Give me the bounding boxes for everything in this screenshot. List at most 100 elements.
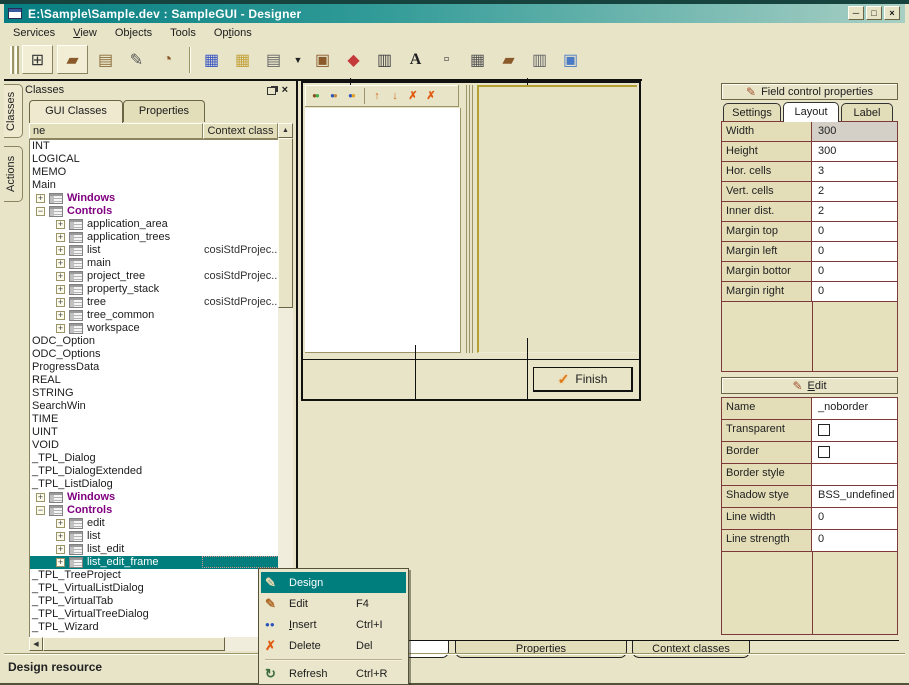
toolbar-grip[interactable]	[10, 46, 17, 74]
titlebar[interactable]: E:\Sample\Sample.dev : SampleGUI - Desig…	[4, 4, 905, 23]
property-value[interactable]: 0	[812, 530, 897, 551]
insert-child-icon[interactable]: ●●	[325, 87, 343, 105]
tree-row[interactable]: VOID	[30, 439, 278, 452]
property-value[interactable]: 0	[812, 508, 897, 529]
collapse-icon[interactable]: −	[36, 207, 45, 216]
menu-tools[interactable]: Tools	[161, 25, 205, 41]
menu-item-insert[interactable]: ●●InsertCtrl+I	[261, 614, 406, 635]
scroll-left-icon[interactable]: ◀	[29, 637, 43, 651]
tree-row[interactable]: ODC_Options	[30, 348, 278, 361]
menu-item-refresh[interactable]: ↻RefreshCtrl+R	[261, 663, 406, 684]
property-value[interactable]: _noborder	[812, 398, 897, 419]
dock-tab-classes[interactable]: Classes	[4, 84, 23, 138]
link-nodes-icon[interactable]: ●●	[343, 87, 361, 105]
menu-item-edit[interactable]: ✎EditF4	[261, 593, 406, 614]
window-design-icon[interactable]: ▣	[557, 46, 584, 73]
bottom-tab-properties[interactable]: Properties	[455, 641, 627, 658]
expand-icon[interactable]: +	[56, 545, 65, 554]
tree-row[interactable]: _TPL_Wizard	[30, 621, 278, 634]
button-control-icon[interactable]: ▫	[433, 46, 460, 73]
close-button[interactable]: ×	[884, 6, 900, 20]
property-value[interactable]	[812, 464, 897, 485]
scroll-up-icon[interactable]: ▲	[278, 123, 293, 138]
tree-row[interactable]: _TPL_Dialog	[30, 452, 278, 465]
maximize-button[interactable]: □	[866, 6, 882, 20]
tree-row[interactable]: _TPL_DialogExtended	[30, 465, 278, 478]
expand-icon[interactable]: +	[56, 220, 65, 229]
tree-row[interactable]: Main	[30, 179, 278, 192]
tree-row[interactable]: +main	[30, 257, 278, 270]
grid-list-icon[interactable]: ▦	[464, 46, 491, 73]
tree-row[interactable]: +list_edit	[30, 543, 278, 556]
tree-row[interactable]: +listcosiStdProjec...	[30, 244, 278, 257]
property-value[interactable]: 3	[812, 162, 897, 181]
bottom-tab-context-classes[interactable]: Context classes	[632, 641, 750, 658]
scrollbar-thumb[interactable]	[278, 138, 293, 308]
font-icon[interactable]: A	[402, 46, 429, 73]
tree-row[interactable]: _TPL_ListDialog	[30, 478, 278, 491]
column-header-name[interactable]: ne	[29, 123, 203, 139]
splitter-grip[interactable]	[472, 85, 473, 353]
tree-row[interactable]: +tree_common	[30, 309, 278, 322]
minimize-button[interactable]: ─	[848, 6, 864, 20]
drive-blue-icon[interactable]: ▦	[198, 46, 225, 73]
tree-row[interactable]: −Controls	[30, 504, 278, 517]
tree-row[interactable]: TIME	[30, 413, 278, 426]
tree-row[interactable]: _TPL_TreeProject	[30, 569, 278, 582]
image-frame-icon[interactable]: ▣	[309, 46, 336, 73]
clock-icon[interactable]: ◔	[154, 46, 181, 73]
tree-row[interactable]: _TPL_VirtualTreeDialog	[30, 608, 278, 621]
property-value[interactable]: 0	[812, 242, 897, 261]
finish-button[interactable]: ✓ Finish	[533, 367, 633, 392]
tab-label[interactable]: Label	[841, 103, 893, 121]
tree-row[interactable]: INT	[30, 140, 278, 153]
tree-row[interactable]: +edit	[30, 517, 278, 530]
tree-row[interactable]: ODC_Option	[30, 335, 278, 348]
tree-row[interactable]: REAL	[30, 374, 278, 387]
expand-icon[interactable]: +	[56, 298, 65, 307]
tree-row[interactable]: ProgressData	[30, 361, 278, 374]
collapse-icon[interactable]: −	[36, 506, 45, 515]
property-value[interactable]: 2	[812, 182, 897, 201]
tab-gui-classes[interactable]: GUI Classes	[29, 100, 123, 123]
insert-node-icon[interactable]: ●●	[307, 87, 325, 105]
tree-row[interactable]: +Windows	[30, 192, 278, 205]
property-value[interactable]	[812, 420, 897, 441]
menu-options[interactable]: Options	[205, 25, 261, 41]
paint-tools-icon[interactable]: ◆	[340, 46, 367, 73]
property-value[interactable]: BSS_undefined	[812, 486, 897, 507]
tab-settings[interactable]: Settings	[723, 103, 781, 121]
property-value[interactable]: 0	[812, 222, 897, 241]
property-value[interactable]: 2	[812, 202, 897, 221]
tree-row[interactable]: +Windows	[30, 491, 278, 504]
edit-header[interactable]: ✎ Edit	[721, 377, 898, 394]
tab-properties[interactable]: Properties	[123, 100, 205, 122]
delete-all-icon[interactable]: ✗	[422, 87, 440, 105]
tree-row[interactable]: +list	[30, 530, 278, 543]
expand-icon[interactable]: +	[56, 259, 65, 268]
tree-row[interactable]: _TPL_VirtualListDialog	[30, 582, 278, 595]
tree-row[interactable]: +treecosiStdProjec...	[30, 296, 278, 309]
expand-icon[interactable]: +	[56, 532, 65, 541]
property-value[interactable]	[812, 442, 897, 463]
scrollbar-thumb[interactable]	[43, 637, 225, 651]
edit-document-icon[interactable]: ✎	[123, 46, 150, 73]
tree-row[interactable]: SearchWin	[30, 400, 278, 413]
tab-layout[interactable]: Layout	[783, 102, 839, 122]
move-up-icon[interactable]: ↑	[368, 87, 386, 105]
machine-icon[interactable]: ▥	[526, 46, 553, 73]
eraser-brown-icon[interactable]: ▰	[495, 46, 522, 73]
expand-icon[interactable]: +	[36, 493, 45, 502]
checkbox[interactable]	[818, 424, 830, 436]
tree-row[interactable]: _TPL_VirtualTab	[30, 595, 278, 608]
dropdown-arrow-icon[interactable]: ▼	[291, 46, 305, 73]
menu-services[interactable]: Services	[4, 25, 64, 41]
checkbox[interactable]	[818, 446, 830, 458]
expand-icon[interactable]: +	[56, 558, 65, 567]
tree-row[interactable]: LOGICAL	[30, 153, 278, 166]
expand-icon[interactable]: +	[56, 285, 65, 294]
tree-row[interactable]: STRING	[30, 387, 278, 400]
designer-field-list[interactable]	[305, 108, 461, 353]
field-control-properties-header[interactable]: ✎ Field control properties	[721, 83, 898, 100]
form-window-icon[interactable]: ▤	[260, 46, 287, 73]
